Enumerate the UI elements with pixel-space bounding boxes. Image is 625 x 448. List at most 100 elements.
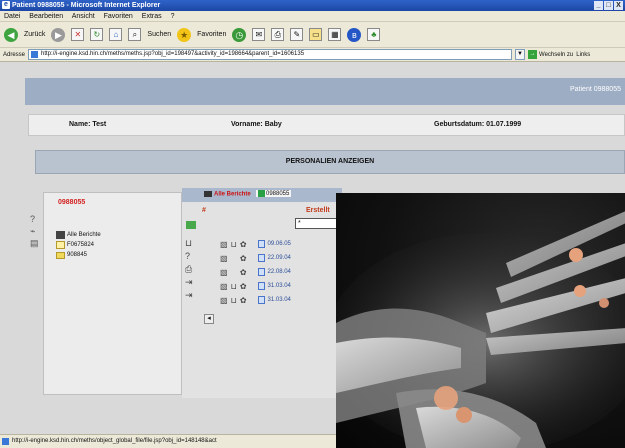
export-icon[interactable]: ⇥ [185, 277, 197, 290]
report-icon [257, 296, 265, 304]
ie-icon: e [2, 1, 10, 9]
print-icon[interactable]: ⎙ [271, 28, 285, 41]
view-icon[interactable]: ▧ [220, 268, 228, 277]
address-dropdown-icon[interactable]: ▼ [515, 49, 526, 60]
status-bar: http://i-engine.ksd.hin.ch/meths/object_… [0, 434, 336, 448]
table-row[interactable]: ▧ ⊔ ✿ 31.03.04 [220, 294, 291, 306]
tab-all-reports-label: Alle Berichte [214, 191, 251, 198]
report-icon [257, 282, 265, 290]
table-row[interactable]: ▧ ⊔ ✿ 31.03.04 [220, 280, 291, 292]
status-text: http://i-engine.ksd.hin.ch/meths/object_… [12, 438, 217, 444]
cabinet-icon [204, 191, 212, 197]
go-arrow-icon: → [528, 50, 538, 59]
patient-name: Name: Test [69, 121, 107, 128]
back-button-label[interactable]: Zurück [24, 31, 45, 38]
help-icon[interactable]: ? [30, 214, 42, 226]
view-icon[interactable]: ▧ [220, 240, 228, 249]
table-row[interactable]: ▧ ⊔ ✿ 22.09.04 [220, 252, 291, 264]
cart-icon[interactable]: ⊔ [231, 282, 237, 291]
tree-item-label: Alle Berichte [67, 232, 101, 238]
cabinet-icon [56, 231, 65, 239]
menu-edit[interactable]: Bearbeiten [29, 13, 63, 20]
tree-item-label: F0675824 [67, 242, 95, 248]
edit-icon[interactable]: ✎ [290, 28, 304, 41]
cart-icon[interactable]: ⊔ [185, 238, 197, 251]
favorites-star-icon[interactable]: ★ [177, 27, 192, 42]
export-icon[interactable]: ⇥ [185, 290, 197, 303]
print-icon[interactable]: ⎙ [185, 264, 197, 277]
favorites-button-label[interactable]: Favoriten [197, 31, 226, 38]
menu-view[interactable]: Ansicht [72, 13, 95, 20]
tree-item-all-reports[interactable]: Alle Berichte [56, 230, 101, 240]
history-icon[interactable]: ◷ [232, 27, 247, 42]
cart-icon[interactable]: ⊔ [231, 296, 237, 305]
address-label: Adresse [3, 51, 26, 58]
home-icon[interactable]: ⌂ [109, 28, 123, 41]
bluetooth-icon[interactable]: ʙ [347, 27, 362, 42]
go-label: Wechseln zu [539, 51, 574, 58]
report-icon [257, 254, 265, 262]
table-row[interactable]: ▧ ⊔ ✿ 22.08.04 [220, 266, 291, 278]
search-button-label[interactable]: Suchen [147, 31, 171, 38]
page-icon [2, 438, 9, 445]
page-icon [31, 51, 39, 58]
cabinet-icon[interactable]: ▤ [30, 238, 42, 250]
view-icon[interactable]: ▧ [220, 296, 228, 305]
link-icon[interactable]: ⌁ [30, 226, 42, 238]
gear-icon[interactable]: ✿ [240, 296, 247, 305]
report-date: 22.09.04 [267, 255, 291, 261]
report-tree: Alle Berichte F0675824 908845 [56, 230, 101, 260]
left-tree-pane: 0988055 [43, 192, 182, 395]
gear-icon[interactable]: ✿ [240, 282, 247, 291]
forward-arrow-icon[interactable]: ▶ [51, 27, 66, 42]
menu-help[interactable]: ? [171, 13, 175, 20]
view-icon[interactable]: ▧ [220, 282, 228, 291]
row-side-icons: ⊔ ? ⎙ ⇥ ⇥ [185, 238, 197, 303]
show-personal-button[interactable]: PERSONALIEN ANZEIGEN [35, 150, 625, 174]
minimize-button[interactable]: _ [594, 1, 603, 10]
created-filter-input[interactable]: * [295, 218, 342, 229]
maximize-button[interactable]: □ [604, 1, 613, 10]
report-date: 22.08.04 [267, 269, 291, 275]
cart-icon[interactable]: ⊔ [231, 240, 237, 249]
refresh-icon[interactable] [186, 221, 196, 229]
messenger-icon[interactable]: ♣ [367, 28, 381, 41]
gear-icon[interactable]: ✿ [240, 254, 247, 263]
gear-icon[interactable]: ✿ [240, 268, 247, 277]
tab-all-reports[interactable]: Alle Berichte [204, 191, 251, 198]
view-icon[interactable]: ▧ [220, 254, 228, 263]
menu-tools[interactable]: Extras [142, 13, 162, 20]
column-header-hash[interactable]: # [202, 207, 206, 214]
patient-vorname: Vorname: Baby [231, 121, 282, 128]
address-url: http://i-engine.ksd.hin.ch/meths/meths.j… [41, 51, 305, 57]
tab-patient[interactable]: 0988055 [256, 190, 292, 198]
window-titlebar: e Patient 0988055 - Microsoft Internet E… [0, 0, 625, 11]
mail-icon[interactable]: ✉ [252, 28, 266, 41]
table-row[interactable]: ▧ ⊔ ✿ 09.06.05 [220, 238, 291, 250]
back-arrow-icon[interactable]: ◀ [4, 27, 18, 42]
help-icon[interactable]: ? [185, 251, 197, 264]
menu-favorites[interactable]: Favoriten [104, 13, 133, 20]
refresh-icon[interactable]: ↻ [90, 28, 104, 41]
folder-icon[interactable]: ▭ [309, 28, 323, 41]
address-bar: Adresse http://i-engine.ksd.hin.ch/meths… [0, 48, 625, 62]
search-icon[interactable]: ⌕ [128, 28, 142, 41]
address-input[interactable]: http://i-engine.ksd.hin.ch/meths/meths.j… [28, 49, 513, 60]
stop-icon[interactable]: ✕ [71, 28, 85, 41]
tab-patient-label: 0988055 [266, 191, 290, 198]
menu-file[interactable]: Datei [4, 13, 20, 20]
gear-icon[interactable]: ✿ [240, 240, 247, 249]
scroll-left-button[interactable]: ◂ [204, 314, 214, 324]
go-button[interactable]: → Wechseln zu [528, 50, 573, 59]
window-title: Patient 0988055 - Microsoft Internet Exp… [12, 2, 161, 9]
close-button[interactable]: X [614, 1, 623, 10]
column-header-created[interactable]: Erstellt [306, 207, 330, 214]
left-patient-id: 0988055 [58, 199, 86, 206]
discuss-icon[interactable]: ▦ [328, 28, 342, 41]
xray-illustration [336, 211, 625, 448]
tree-item-document[interactable]: F0675824 [56, 240, 101, 250]
links-label[interactable]: Links [576, 52, 590, 58]
tree-item-folder[interactable]: 908845 [56, 250, 101, 260]
report-icon [257, 240, 265, 248]
banner-patient-id: Patient 0988055 [570, 86, 621, 93]
